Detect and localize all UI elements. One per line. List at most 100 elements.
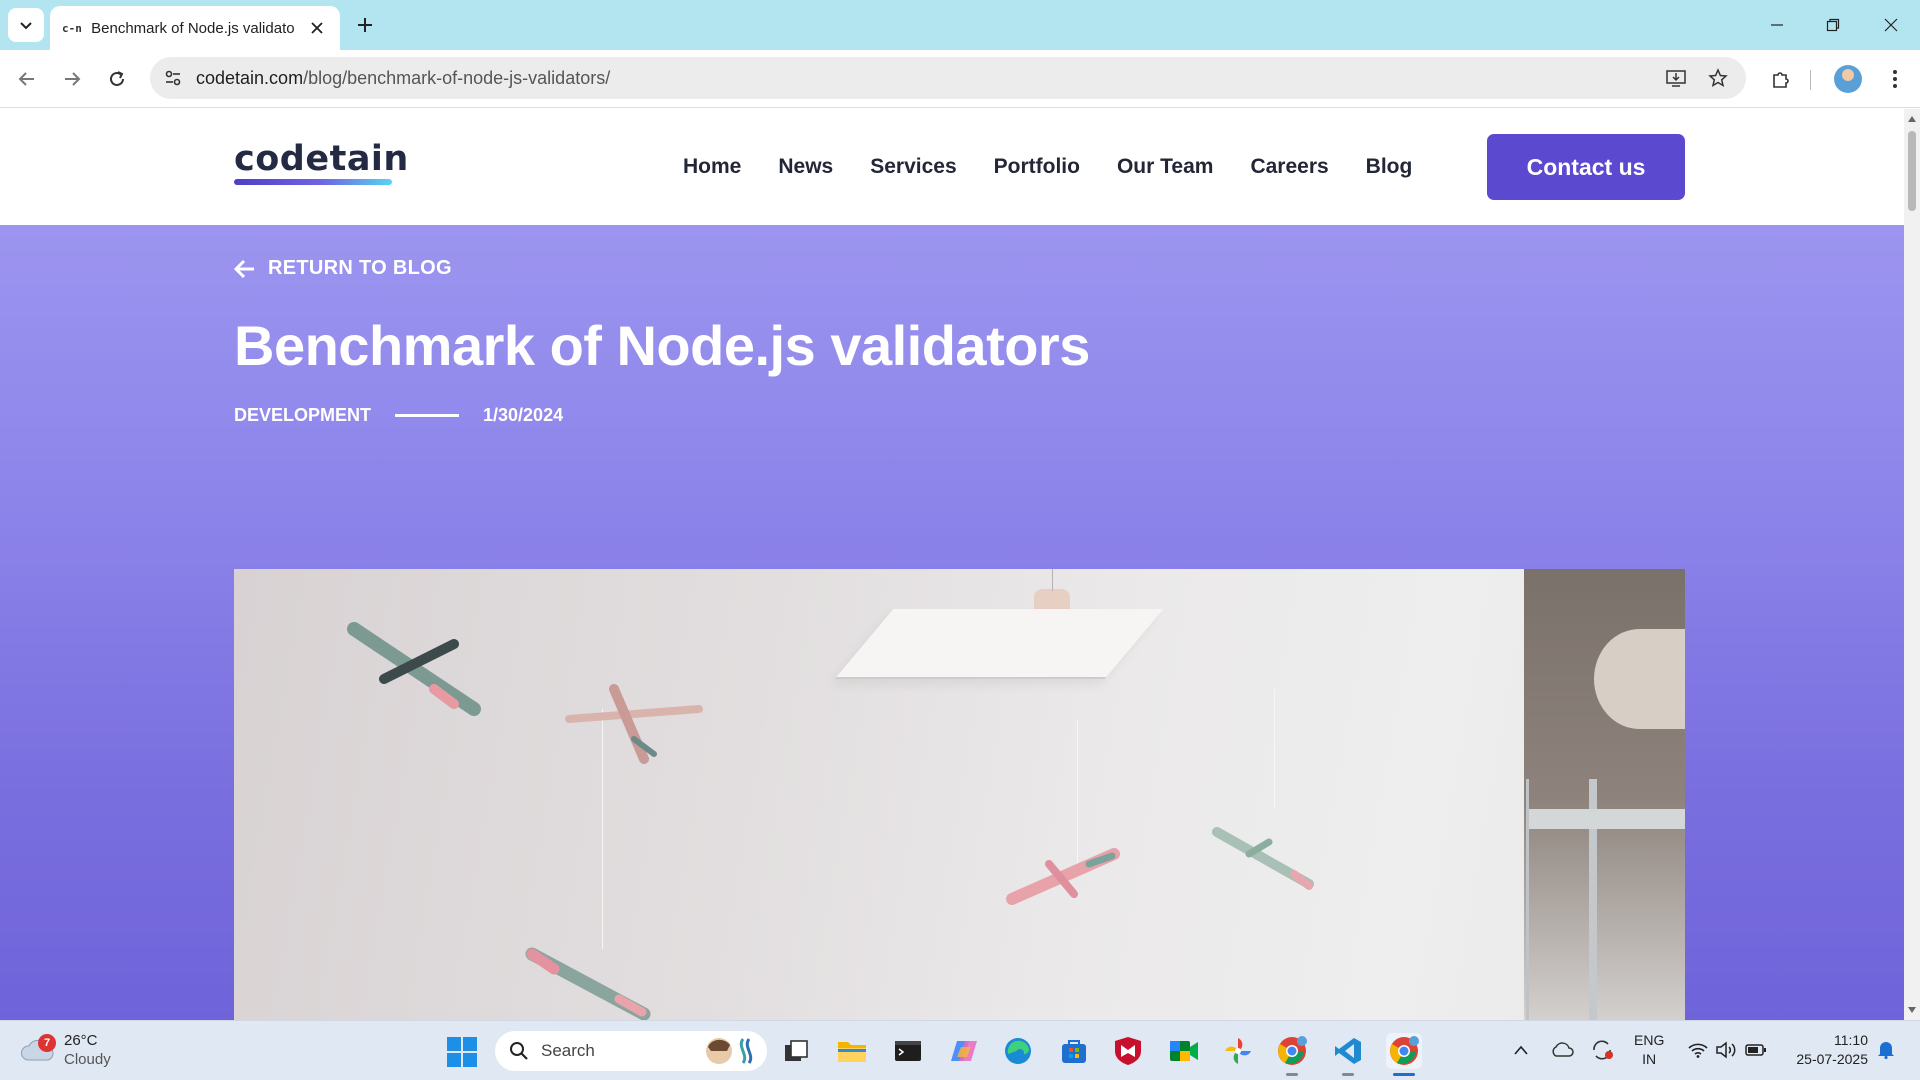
show-hidden-icons-button[interactable] [1508,1037,1534,1063]
plus-icon [358,18,372,32]
meet-app[interactable] [1166,1033,1202,1069]
paper-plane-figure [1006,848,1120,905]
weather-widget[interactable]: 7 26°C Cloudy [20,1031,111,1069]
running-indicator [1286,1073,1298,1076]
page-scrollbar[interactable] [1904,109,1920,1020]
weather-temp: 26°C [64,1032,98,1049]
profile-avatar[interactable] [1834,65,1862,93]
sync-tray[interactable] [1589,1037,1615,1063]
logo-underline [234,179,392,185]
browser-menu-button[interactable] [1880,64,1910,94]
install-app-button[interactable] [1661,63,1691,93]
tune-icon [165,70,181,86]
nav-news[interactable]: News [778,155,833,179]
copilot-app[interactable] [946,1033,982,1069]
lamp-shade [834,609,1164,679]
main-nav: Home News Services Portfolio Our Team Ca… [683,155,1449,179]
nav-blog[interactable]: Blog [1366,155,1413,179]
url-domain: codetain.com [196,68,304,88]
search-icon [510,1042,528,1060]
paper-plane-figure [1212,827,1314,890]
pinwheel-icon [1225,1038,1251,1064]
edge-app[interactable] [1000,1033,1036,1069]
extensions-button[interactable] [1766,64,1796,94]
star-icon [1708,68,1728,88]
running-indicator [1342,1073,1354,1076]
chrome-app-profile-1[interactable] [1274,1033,1310,1069]
minimize-icon [1771,24,1783,26]
nav-services[interactable]: Services [870,155,956,179]
scroll-down-icon[interactable] [1908,1006,1916,1014]
start-button[interactable] [447,1037,477,1067]
back-button[interactable] [12,64,42,94]
chrome-app-active[interactable] [1386,1033,1422,1069]
windows-logo-tile [463,1037,477,1051]
site-logo[interactable]: codetain [234,139,409,179]
forward-button[interactable] [57,64,87,94]
clock-date: 25-07-2025 [1796,1051,1868,1067]
site-info-button[interactable] [158,63,188,93]
nav-home[interactable]: Home [683,155,741,179]
active-tab[interactable]: c-n Benchmark of Node.js validators [50,6,340,50]
vscode-icon [1335,1038,1361,1064]
tab-close-button[interactable] [307,17,328,39]
nav-our-team[interactable]: Our Team [1117,155,1213,179]
shield-icon [1115,1037,1141,1065]
post-hero: RETURN TO BLOG Benchmark of Node.js vali… [0,225,1904,1020]
url-text: codetain.com/blog/benchmark-of-node-js-v… [196,68,610,89]
tab-favicon: c-n [62,21,82,35]
windows-logo-tile [447,1037,461,1051]
bookmark-button[interactable] [1703,63,1733,93]
notification-button[interactable] [1876,1039,1898,1061]
toolbar-separator [1810,70,1811,90]
tab-search-button[interactable] [8,8,44,42]
taskbar-search[interactable]: Search [495,1031,767,1071]
vscode-app[interactable] [1330,1033,1366,1069]
store-app[interactable] [1056,1033,1092,1069]
paper-plane-figure [347,622,481,716]
post-meta: DEVELOPMENT 1/30/2024 [234,405,563,426]
mcafee-app[interactable] [1110,1033,1146,1069]
file-explorer-app[interactable] [834,1033,870,1069]
lamp-cord [1052,569,1053,591]
lang-code: ENG [1634,1032,1665,1048]
reload-button[interactable] [102,64,132,94]
speaker-icon [1716,1041,1736,1059]
chevron-down-icon [20,22,32,30]
photos-app[interactable] [1220,1033,1256,1069]
scroll-thumb[interactable] [1908,131,1916,211]
active-indicator [1393,1073,1415,1076]
reload-icon [110,71,124,86]
video-call-icon [1170,1041,1198,1061]
window-close-button[interactable] [1876,10,1906,40]
post-date: 1/30/2024 [483,405,564,425]
window-frame [1526,779,1685,1020]
taskbar-clock[interactable]: 11:10 25-07-2025 [1788,1031,1868,1069]
scroll-up-icon[interactable] [1908,115,1916,123]
weather-condition: Cloudy [64,1051,111,1068]
onedrive-tray[interactable] [1549,1037,1575,1063]
return-to-blog-link[interactable]: RETURN TO BLOG [234,257,452,280]
terminal-app[interactable] [890,1033,926,1069]
wifi-tray[interactable] [1685,1037,1711,1063]
nav-portfolio[interactable]: Portfolio [994,155,1080,179]
task-view-button[interactable] [778,1033,814,1069]
windows-logo-tile [463,1053,477,1067]
volume-tray[interactable] [1713,1037,1739,1063]
input-language[interactable]: ENG IN [1634,1031,1664,1069]
contact-us-button[interactable]: Contact us [1487,134,1685,200]
minimize-button[interactable] [1762,10,1792,40]
site-header: codetain Home News Services Portfolio Ou… [0,109,1904,225]
arrow-right-icon [65,72,81,86]
chevron-up-icon [1514,1045,1528,1055]
address-bar[interactable]: codetain.com/blog/benchmark-of-node-js-v… [150,57,1746,99]
copilot-icon [951,1041,977,1061]
battery-icon [1745,1044,1766,1056]
restore-button[interactable] [1818,10,1848,40]
clock-time: 11:10 [1834,1032,1868,1048]
store-icon [1062,1040,1086,1063]
battery-tray[interactable] [1743,1037,1769,1063]
restore-icon [1826,18,1840,32]
new-tab-button[interactable] [352,12,378,38]
nav-careers[interactable]: Careers [1250,155,1328,179]
